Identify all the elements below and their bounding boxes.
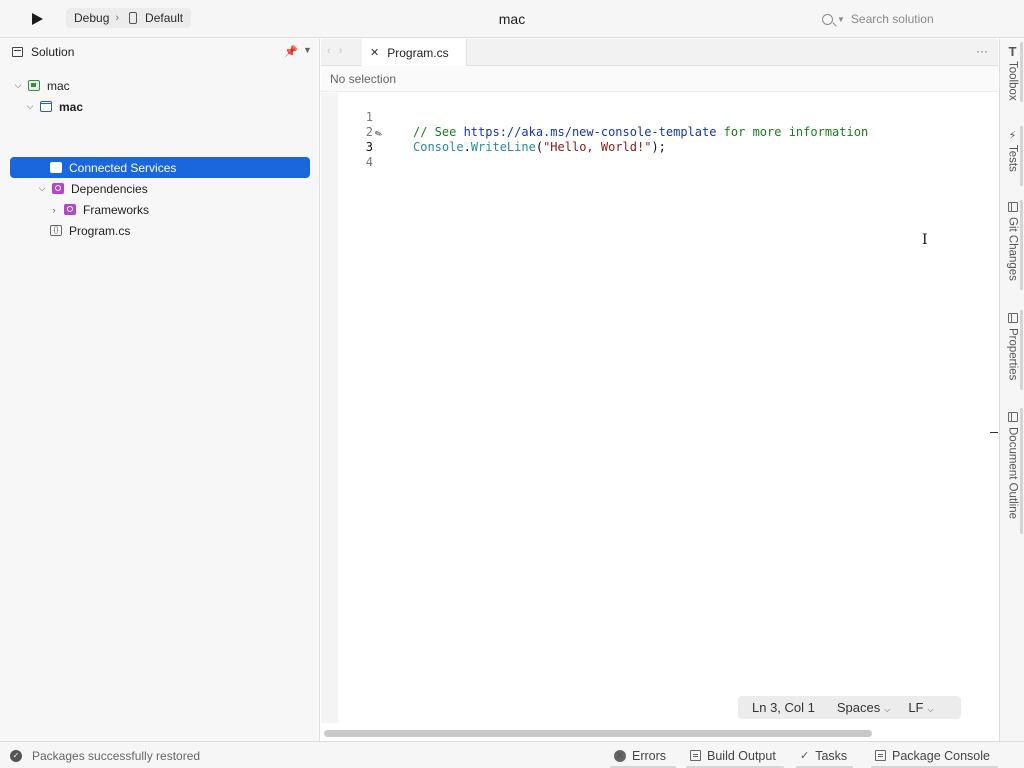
line-number: 4 <box>365 155 373 169</box>
tree-item-label: mac <box>47 78 70 93</box>
checkmark-circle-icon: ✓ <box>10 750 22 762</box>
tree-item-dependencies[interactable]: ⌵ Dependencies <box>36 178 308 199</box>
dock-tab-indicator <box>1020 200 1023 290</box>
horizontal-scrollbar[interactable] <box>324 730 872 737</box>
code-editor[interactable]: 1 // See https://aka.ms/new-console-temp… <box>321 93 998 741</box>
build-status: ✓ Packages successfully restored <box>10 749 200 763</box>
tree-item-label: Frameworks <box>83 202 150 217</box>
code-line-2[interactable]: 2 Console.WriteLine("Hello, World!"); <box>321 110 981 154</box>
solution-panel-icon <box>12 47 23 57</box>
cursor-position[interactable]: Ln 3, Col 1 <box>752 700 815 715</box>
solution-icon <box>28 80 40 91</box>
line-endings-label: LF <box>908 700 924 715</box>
dock-tab-label: Toolbox <box>1006 61 1019 101</box>
target-label: Default <box>145 11 184 25</box>
chevron-down-icon[interactable]: ⌵ <box>24 101 36 112</box>
editor-margin <box>321 93 338 723</box>
chevron-down-icon[interactable]: ⌵ <box>12 80 24 91</box>
git-changes-icon <box>1007 201 1019 213</box>
frameworks-icon <box>64 204 76 215</box>
chevron-right-icon[interactable]: › <box>48 205 60 215</box>
tree-item-label: mac <box>59 99 84 114</box>
tree-item-solution[interactable]: ⌵ mac <box>12 75 308 96</box>
main-toolbar: Debug › Default mac ▼ <box>0 0 1024 38</box>
search-box[interactable]: ▼ <box>814 8 1014 30</box>
pad-label: Build Output <box>707 748 776 763</box>
editor-tab-bar: ‹› ✕ Program.cs ··· <box>321 39 998 66</box>
editor-breadcrumb[interactable]: No selection <box>321 66 998 92</box>
dock-tab-label: Tests <box>1006 145 1019 172</box>
editor-status-pill: Ln 3, Col 1 Spaces ⌵ LF ⌵ <box>738 696 961 719</box>
connected-services-icon <box>50 162 62 173</box>
tab-label: Program.cs <box>387 45 449 60</box>
dock-tab-indicator <box>1020 42 1023 102</box>
dock-tab-label: Git Changes <box>1006 217 1019 281</box>
solution-pane-header: Solution 📌 ▼ <box>0 39 319 65</box>
play-icon <box>31 13 43 25</box>
line-endings-selector[interactable]: LF ⌵ <box>908 700 933 715</box>
tree-item-label: Connected Services <box>69 160 177 175</box>
status-bar: ✓ Packages successfully restored ✕ Error… <box>0 741 1024 768</box>
pad-tasks[interactable]: ✓ Tasks <box>796 742 854 768</box>
lightning-icon: ⚡ <box>1008 129 1017 142</box>
pin-icon[interactable]: 📌 <box>284 45 298 58</box>
code-line-1[interactable]: 1 // See https://aka.ms/new-console-temp… <box>321 95 981 139</box>
checkmark-icon: ✓ <box>800 750 810 762</box>
pad-package-console[interactable]: Package Console <box>871 742 998 768</box>
dock-tab-indicator <box>1020 310 1023 390</box>
pad-errors[interactable]: ✕ Errors <box>610 742 677 768</box>
tree-item-program-cs[interactable]: {} Program.cs <box>48 220 308 241</box>
pad-label: Errors <box>632 748 667 763</box>
chevron-down-icon[interactable]: ▼ <box>837 15 845 24</box>
tree-item-project[interactable]: ⌵ mac <box>24 96 308 117</box>
properties-icon <box>1007 312 1019 324</box>
solution-pane-title: Solution <box>31 45 75 59</box>
tree-item-connected-services[interactable]: Connected Services <box>10 157 310 178</box>
tab-navigation-arrows[interactable]: ‹› <box>327 45 350 57</box>
toolbox-icon: T <box>1008 43 1017 59</box>
code-line-4[interactable]: 4 <box>321 140 981 169</box>
dock-tab-indicator <box>1020 408 1023 534</box>
pad-label: Package Console <box>892 748 990 763</box>
pad-label: Tasks <box>815 748 848 763</box>
indentation-label: Spaces <box>836 700 881 715</box>
chevron-right-icon: › <box>115 12 120 24</box>
tree-item-frameworks[interactable]: › Frameworks <box>48 199 308 220</box>
dock-tab-indicator <box>1020 126 1023 186</box>
error-icon: ✕ <box>614 749 626 762</box>
tree-item-label: Program.cs <box>69 223 131 238</box>
search-input[interactable] <box>850 12 1011 26</box>
configuration-label: Debug <box>74 11 110 25</box>
device-icon <box>129 12 138 24</box>
chevron-down-icon[interactable]: ▼ <box>303 45 312 55</box>
dock-tab-label: Properties <box>1006 328 1019 381</box>
chevron-down-icon: ⌵ <box>884 705 891 714</box>
build-output-icon <box>690 750 701 761</box>
text-cursor-icon: I <box>922 232 928 248</box>
project-icon <box>40 101 52 112</box>
tree-item-label: Dependencies <box>71 181 148 196</box>
csharp-file-icon: {} <box>50 225 62 236</box>
pad-build-output[interactable]: Build Output <box>686 742 784 768</box>
splitter-handle[interactable] <box>990 432 998 433</box>
run-button[interactable] <box>28 10 46 28</box>
chevron-down-icon: ⌵ <box>927 705 934 714</box>
status-message: Packages successfully restored <box>32 749 201 763</box>
close-icon[interactable]: ✕ <box>370 46 379 59</box>
dock-tab-label: Document Outline <box>1006 427 1019 520</box>
package-console-icon <box>875 750 886 761</box>
tab-program-cs[interactable]: ✕ Program.cs <box>362 39 467 66</box>
code-line-3[interactable]: 3 ✎ <box>321 125 981 154</box>
chevron-down-icon[interactable]: ⌵ <box>36 183 48 194</box>
more-options-icon[interactable]: ··· <box>976 44 988 58</box>
search-icon <box>822 13 833 25</box>
document-outline-icon <box>1007 411 1019 423</box>
dependencies-icon <box>52 183 64 194</box>
run-configuration-selector[interactable]: Debug › Default <box>66 8 192 28</box>
indentation-selector[interactable]: Spaces ⌵ <box>837 700 890 715</box>
solution-pane: Solution 📌 ▼ ⌵ mac ⌵ mac Connected Servi… <box>0 39 320 741</box>
